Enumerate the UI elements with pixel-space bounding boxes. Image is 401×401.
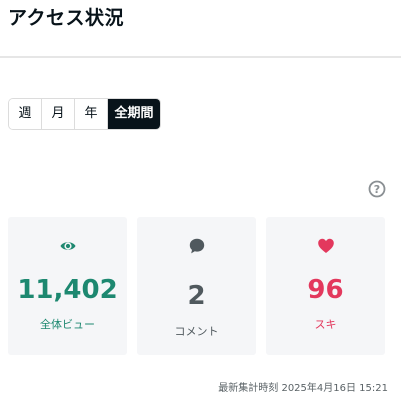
stat-card-views: 11,402 全体ビュー	[8, 217, 127, 355]
comments-label: コメント	[174, 325, 219, 338]
period-tabs: 週 月 年 全期間	[8, 98, 161, 130]
views-label: 全体ビュー	[40, 318, 95, 331]
tab-all-time[interactable]: 全期間	[108, 99, 160, 129]
heart-icon	[317, 238, 334, 253]
comments-value: 2	[187, 281, 206, 311]
tab-month[interactable]: 月	[42, 99, 75, 129]
stat-card-comments: 2 コメント	[137, 217, 256, 355]
title-divider	[0, 56, 401, 58]
likes-label: スキ	[314, 318, 337, 331]
tab-year[interactable]: 年	[75, 99, 108, 129]
question-circle-icon[interactable]: ?	[368, 180, 386, 198]
likes-value: 96	[307, 275, 344, 305]
tab-week[interactable]: 週	[9, 99, 42, 129]
stat-card-likes: 96 スキ	[266, 217, 385, 355]
eye-icon	[60, 242, 75, 250]
views-value: 11,402	[17, 275, 118, 305]
access-status-page: アクセス状況 週 月 年 全期間 ? 11,402 全体ビュー 2 コメント 9…	[0, 0, 401, 401]
question-mark: ?	[374, 183, 380, 196]
page-title: アクセス状況	[8, 7, 125, 29]
last-updated-timestamp: 最新集計時刻 2025年4月16日 15:21	[218, 383, 388, 394]
speech-bubble-icon	[189, 238, 204, 254]
